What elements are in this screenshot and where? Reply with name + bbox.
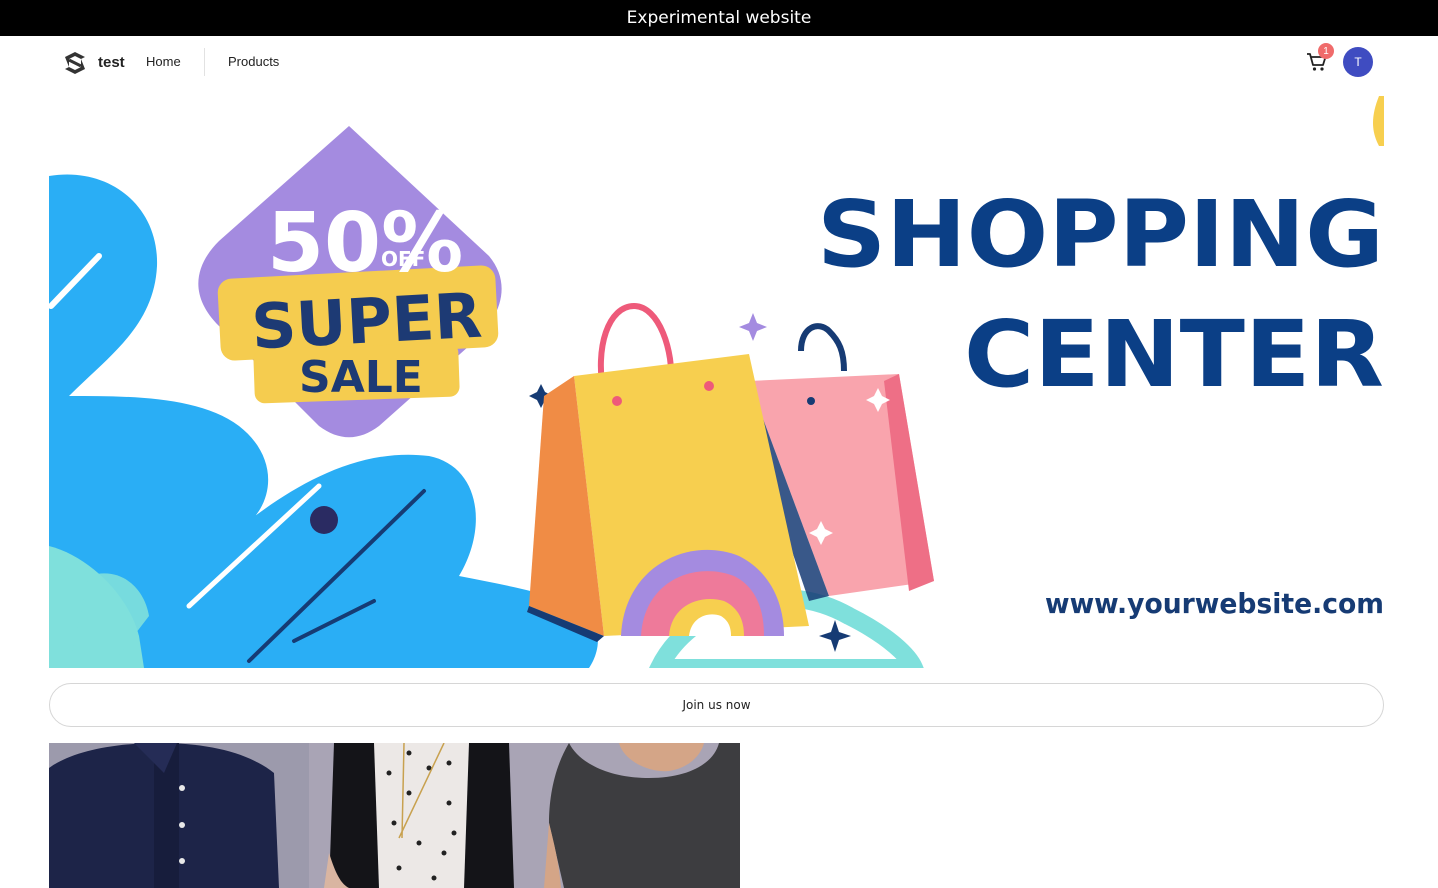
badge-line1: SUPER — [250, 279, 484, 364]
nav-home[interactable]: Home — [146, 54, 181, 69]
headline-line2: CENTER — [964, 301, 1384, 408]
headline-line1: SHOPPING — [817, 181, 1384, 288]
discount-text: 50% — [267, 196, 463, 291]
hero-banner: 50% OFF SUPER SALE SHOPPING CENTER www.y… — [49, 96, 1384, 668]
avatar[interactable]: T — [1343, 47, 1373, 77]
brand-name[interactable]: test — [98, 54, 125, 71]
badge-line2: SALE — [299, 352, 423, 403]
nav-products[interactable]: Products — [228, 54, 279, 69]
navbar: test Home Products 1 T — [0, 36, 1438, 96]
join-label: Join us now — [682, 698, 751, 712]
join-button[interactable]: Join us now — [49, 683, 1384, 727]
announcement-text: Experimental website — [626, 8, 812, 28]
cart-count-badge: 1 — [1318, 43, 1334, 59]
avatar-initial: T — [1354, 55, 1362, 69]
website-text: www.yourwebsite.com — [1045, 587, 1384, 620]
product-image[interactable] — [49, 743, 740, 888]
logo-icon[interactable] — [61, 49, 89, 77]
people-photo — [49, 743, 740, 888]
hero-illustration: 50% OFF SUPER SALE SHOPPING CENTER www.y… — [49, 96, 1384, 668]
nav-divider — [204, 48, 205, 76]
announcement-bar: Experimental website — [0, 0, 1438, 36]
discount-suffix: OFF — [381, 247, 425, 271]
